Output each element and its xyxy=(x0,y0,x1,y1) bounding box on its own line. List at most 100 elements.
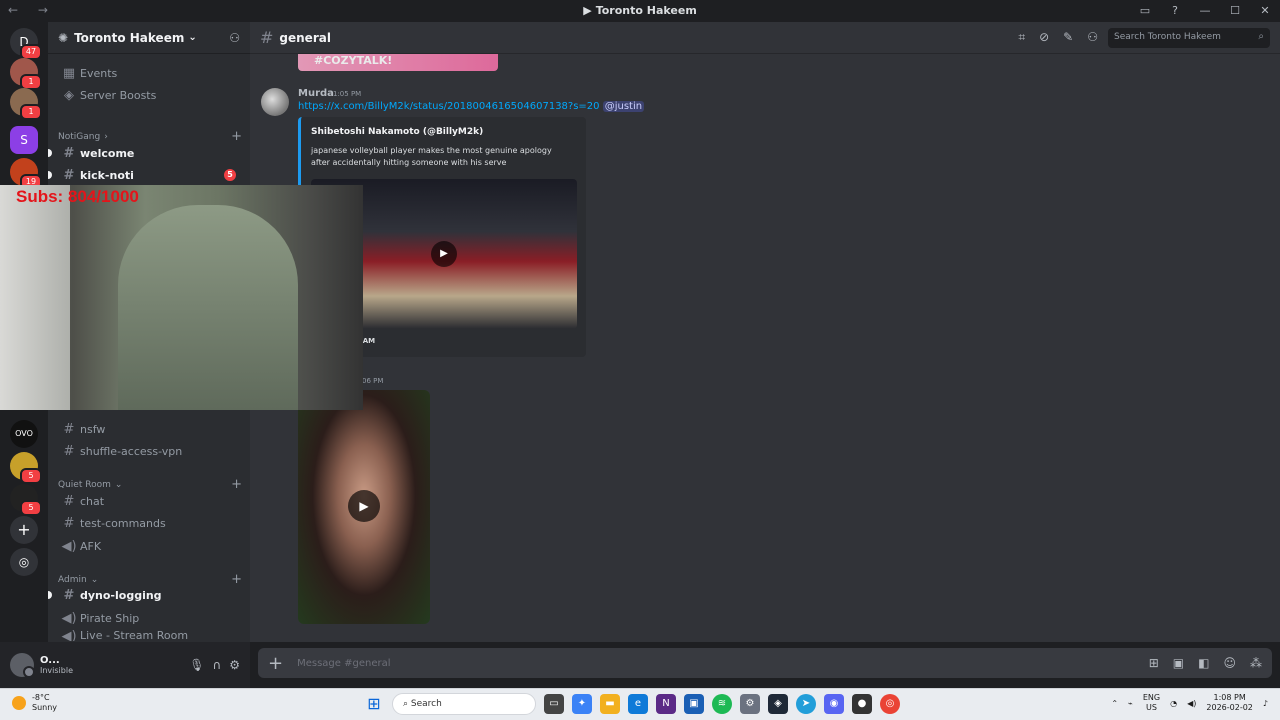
user-settings-gear-icon[interactable]: ⚙ xyxy=(229,658,240,672)
sun-icon xyxy=(12,696,26,710)
maximize-button[interactable]: ☐ xyxy=(1220,0,1250,22)
channel-chat[interactable]: # chat xyxy=(56,490,242,512)
play-icon[interactable]: ▶ xyxy=(348,490,380,522)
guild-icon[interactable]: 5 xyxy=(10,484,42,516)
gif-icon[interactable]: ▣ xyxy=(1173,656,1184,670)
channel-shuffle-access-vpn[interactable]: # shuffle-access-vpn xyxy=(56,440,242,462)
avatar[interactable] xyxy=(10,653,35,678)
search-input[interactable]: Search Toronto Hakeem ⌕ xyxy=(1108,28,1270,48)
sidebar-item-server-boosts[interactable]: ◈ Server Boosts xyxy=(56,84,242,106)
gift-icon[interactable]: ⊞ xyxy=(1149,656,1159,670)
video-attachment[interactable]: ▶ xyxy=(298,390,430,624)
message-input[interactable]: Message #general xyxy=(297,658,390,669)
search-icon: ⌕ xyxy=(1258,31,1264,42)
chrome-icon[interactable]: ◎ xyxy=(880,694,900,714)
image-attachment[interactable]: #COZYTALK! xyxy=(298,54,498,71)
notifications-bell-icon[interactable]: ♪ xyxy=(1263,699,1268,708)
voice-channel-afk[interactable]: ◀) AFK xyxy=(56,535,242,557)
inbox-icon[interactable]: ▭ xyxy=(1130,0,1160,22)
app-icon[interactable]: ● xyxy=(852,694,872,714)
settings-icon[interactable]: ⚙ xyxy=(740,694,760,714)
webcam-background xyxy=(0,185,70,410)
windows-taskbar: -8°C Sunny ⊞ ⌕ Search ▭ ✦ ▬ e N ▣ ≋ ⚙ ◈ ➤… xyxy=(0,688,1280,720)
user-panel: O... Invisible 🎙︎ ∩ ⚙ xyxy=(0,642,250,688)
wifi-icon[interactable]: ◔ xyxy=(1170,699,1177,708)
language-indicator[interactable]: ENG US xyxy=(1143,693,1160,713)
channel-welcome[interactable]: # welcome xyxy=(48,142,242,164)
voice-channel-live-stream-room[interactable]: ◀) Live - Stream Room xyxy=(56,629,242,641)
app-icon[interactable]: ▣ xyxy=(684,694,704,714)
channel-test-commands[interactable]: # test-commands xyxy=(56,512,242,534)
embed-author[interactable]: Shibetoshi Nakamoto (@BillyM2k) xyxy=(311,127,483,137)
play-icon[interactable]: ▶ xyxy=(431,241,457,267)
chevron-up-icon[interactable]: ⌃ xyxy=(1111,699,1118,708)
chevron-down-icon: ⌄ xyxy=(188,32,197,43)
hash-icon: # xyxy=(63,443,75,459)
message-link[interactable]: https://x.com/BillyM2k/status/2018004616… xyxy=(298,101,600,112)
add-server-icon[interactable]: + xyxy=(10,516,38,544)
volume-icon[interactable]: ◀) xyxy=(1187,699,1196,708)
guild-icon[interactable]: 19 xyxy=(10,158,42,190)
discover-icon[interactable]: ◎ xyxy=(10,548,38,576)
sidebar-item-events[interactable]: ▦ Events xyxy=(56,62,242,84)
emoji-icon[interactable]: ☺ xyxy=(1223,656,1236,670)
network-icon[interactable]: ⌁ xyxy=(1128,699,1133,708)
minimize-button[interactable]: — xyxy=(1190,0,1220,22)
guild-icon[interactable]: OVO xyxy=(10,420,38,448)
calendar-icon: ▦ xyxy=(62,65,76,81)
subs-counter: Subs: 804/1000 xyxy=(16,187,139,206)
weather-widget[interactable]: -8°C Sunny xyxy=(12,693,57,713)
guild-icon[interactable]: 1 xyxy=(10,88,42,120)
dm-home-icon[interactable]: D 47 xyxy=(10,28,42,60)
window-titlebar: ← → ▶ Toronto Hakeem ▭ ? — ☐ ✕ xyxy=(0,0,1280,22)
guild-icon[interactable]: 5 xyxy=(10,452,42,484)
clock[interactable]: 1:08 PM 2026-02-02 xyxy=(1206,693,1253,713)
telegram-icon[interactable]: ➤ xyxy=(796,694,816,714)
message-author[interactable]: Murda xyxy=(298,88,334,99)
sticker-icon[interactable]: ◧ xyxy=(1198,656,1209,670)
guild-badge: 1 xyxy=(20,104,42,120)
pinned-icon[interactable]: ✎ xyxy=(1063,30,1073,45)
help-icon[interactable]: ? xyxy=(1160,0,1190,22)
server-header[interactable]: ✺ Toronto Hakeem ⌄ ⚇ xyxy=(48,22,250,54)
message-timestamp: 1:05 PM xyxy=(333,90,362,98)
threads-icon[interactable]: ⌗ xyxy=(1018,30,1025,45)
app-icon[interactable]: N xyxy=(656,694,676,714)
message-timestamp: 06 PM xyxy=(362,377,384,385)
chat-header: # general ⌗ ⊘ ✎ ⚇ Search Toronto Hakeem … xyxy=(250,22,1280,54)
headphones-icon[interactable]: ∩ xyxy=(212,658,221,672)
mention-badge: 5 xyxy=(224,169,236,181)
spotify-icon[interactable]: ≋ xyxy=(712,694,732,714)
channel-nsfw[interactable]: # nsfw xyxy=(56,418,242,440)
copilot-icon[interactable]: ✦ xyxy=(572,694,592,714)
microphone-icon[interactable]: 🎙︎ xyxy=(189,658,204,672)
message-list: #COZYTALK! Murda 1:05 PM https://x.com/B… xyxy=(250,54,1280,642)
voice-channel-pirate-ship[interactable]: ◀) Pirate Ship xyxy=(56,607,242,629)
attach-plus-icon[interactable]: + xyxy=(268,653,283,674)
invite-people-icon[interactable]: ⚇ xyxy=(229,31,240,45)
app-icon[interactable]: ◈ xyxy=(768,694,788,714)
apps-icon[interactable]: ⁂ xyxy=(1250,656,1262,670)
taskbar-search[interactable]: ⌕ Search xyxy=(392,693,536,715)
task-view-icon[interactable]: ▭ xyxy=(544,694,564,714)
message-content: https://x.com/BillyM2k/status/2018004616… xyxy=(298,101,645,112)
guild-icon[interactable]: 1 xyxy=(10,58,42,90)
username: O... xyxy=(40,655,60,666)
avatar[interactable] xyxy=(261,88,289,116)
guild-badge: 5 xyxy=(20,468,42,484)
edge-icon[interactable]: e xyxy=(628,694,648,714)
discord-icon[interactable]: ◉ xyxy=(824,694,844,714)
file-explorer-icon[interactable]: ▬ xyxy=(600,694,620,714)
guild-icon[interactable]: S xyxy=(10,126,38,154)
start-button[interactable]: ⊞ xyxy=(364,694,384,714)
hash-icon: # xyxy=(63,493,75,509)
channel-kick-noti[interactable]: # kick-noti 5 xyxy=(48,164,242,186)
user-mention[interactable]: @justin xyxy=(602,101,645,112)
hash-icon: # xyxy=(63,587,75,603)
channel-dyno-logging[interactable]: # dyno-logging xyxy=(48,584,242,606)
close-button[interactable]: ✕ xyxy=(1250,0,1280,22)
notifications-icon[interactable]: ⊘ xyxy=(1039,30,1049,45)
channel-title: general xyxy=(279,30,331,45)
message-composer[interactable]: + Message #general ⊞ ▣ ◧ ☺ ⁂ xyxy=(258,648,1272,678)
member-list-icon[interactable]: ⚇ xyxy=(1087,30,1098,45)
